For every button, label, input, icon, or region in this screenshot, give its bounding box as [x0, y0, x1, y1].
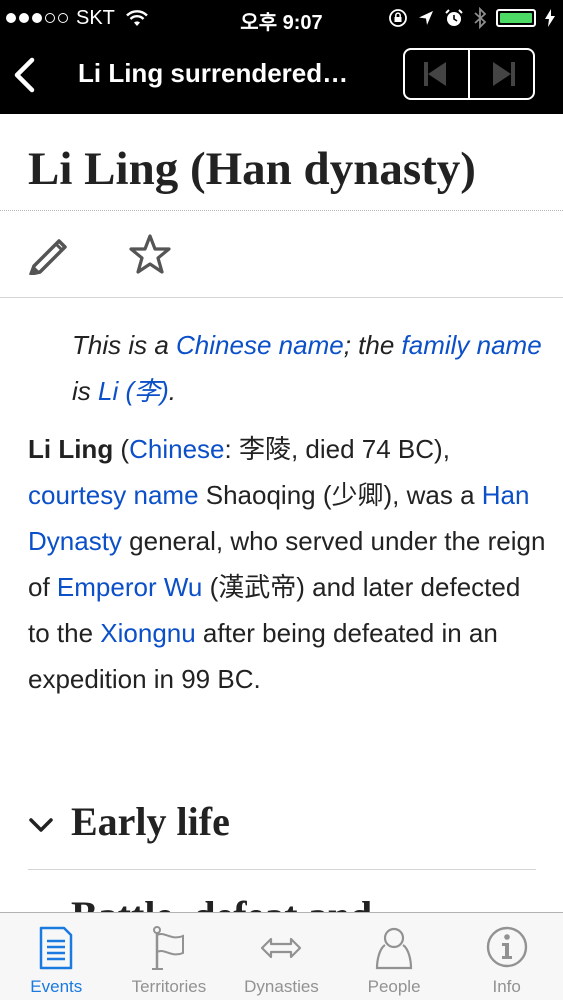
tab-territories[interactable]: Territories	[113, 913, 226, 1000]
link-emperor-wu[interactable]: Emperor Wu	[57, 572, 202, 602]
hatnote: This is a Chinese name; the family name …	[72, 322, 542, 414]
status-right	[388, 6, 555, 30]
link-chinese[interactable]: Chinese	[129, 434, 224, 464]
alarm-icon	[445, 9, 463, 26]
tab-label: Territories	[131, 977, 207, 996]
tab-dynasties[interactable]: Dynasties	[225, 913, 338, 1000]
section-header-early-life[interactable]: Early life	[28, 794, 536, 870]
previous-button[interactable]	[405, 50, 468, 98]
subject-name: Li Ling	[28, 434, 114, 464]
edit-button[interactable]	[28, 233, 72, 280]
page-title: Li Ling (Han dynasty)	[28, 143, 476, 195]
battery-icon	[496, 9, 536, 27]
prev-next-segmented-control	[403, 48, 535, 100]
section-header-battle[interactable]: Battle, defeat and	[71, 892, 372, 912]
lead-text: Shaoqing (少卿), was a	[198, 480, 482, 510]
hatnote-text: This is a	[72, 330, 177, 360]
link-family-name[interactable]: family name	[402, 330, 542, 360]
back-button[interactable]	[12, 54, 42, 96]
charging-bolt-icon	[545, 9, 555, 27]
link-li[interactable]: Li (李)	[98, 376, 169, 406]
tab-label: Info	[492, 977, 521, 996]
tab-label: Dynasties	[244, 977, 319, 996]
skip-next-icon	[492, 62, 515, 86]
tab-info[interactable]: Info	[450, 913, 563, 1000]
article-content[interactable]: Li Ling (Han dynasty) This is a Chinese …	[0, 114, 563, 912]
favorite-button[interactable]	[128, 233, 172, 280]
tab-events[interactable]: Events	[0, 913, 113, 1000]
link-xiongnu[interactable]: Xiongnu	[100, 618, 195, 648]
bluetooth-icon	[474, 7, 487, 29]
person-icon	[375, 927, 413, 970]
toolbar-divider	[0, 297, 563, 298]
chevron-left-icon	[14, 57, 35, 93]
hatnote-text: ; the	[343, 330, 402, 360]
article-toolbar	[0, 211, 563, 297]
info-icon	[486, 926, 527, 968]
events-icon	[40, 926, 73, 970]
skip-previous-icon	[423, 62, 446, 86]
hatnote-text: is	[72, 376, 98, 406]
exchange-arrows-icon	[261, 937, 302, 959]
pencil-icon	[29, 239, 67, 276]
nav-title: Li Ling surrendered…	[78, 58, 349, 88]
link-courtesy-name[interactable]: courtesy name	[28, 480, 199, 510]
next-button[interactable]	[468, 50, 533, 98]
section-title: Early life	[71, 799, 230, 844]
chevron-down-icon	[29, 818, 53, 832]
lead-paragraph: Li Ling (Chinese: 李陵, died 74 BC), court…	[28, 426, 548, 702]
tab-label: Events	[30, 977, 83, 996]
location-arrow-icon	[419, 11, 433, 25]
lead-text: : 李陵, died 74 BC),	[224, 434, 450, 464]
nav-bar: Li Ling surrendered…	[0, 36, 563, 114]
hatnote-text: .	[168, 376, 177, 406]
tab-bar: Events Territories Dynasties People Info	[0, 912, 563, 1000]
lead-text: (	[113, 434, 130, 464]
link-chinese-name[interactable]: Chinese name	[176, 330, 344, 360]
status-bar: SKT 오후 9:07	[0, 0, 563, 36]
flag-icon	[151, 926, 184, 970]
star-icon	[129, 234, 171, 274]
tab-people[interactable]: People	[338, 913, 451, 1000]
tab-label: People	[367, 977, 421, 996]
rotation-lock-icon	[389, 9, 407, 27]
